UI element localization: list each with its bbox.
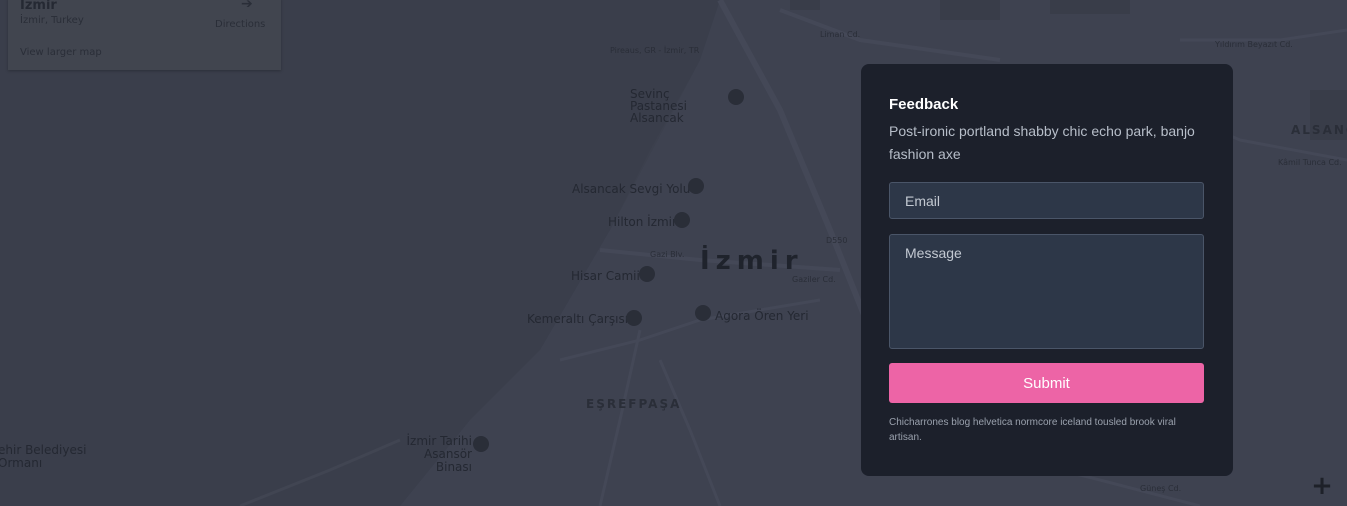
poi-asansor[interactable]: İzmir Tarihi Asansör Binası (386, 435, 472, 474)
mosque-pin-icon[interactable] (639, 266, 655, 282)
directions-link[interactable]: Directions (215, 19, 265, 30)
zoom-in-button[interactable]: + (1306, 470, 1338, 502)
poi-kemeralti[interactable]: Kemeraltı Çarşısı (527, 312, 628, 326)
road-kamil: Kâmil Tunca Cd. (1278, 158, 1342, 167)
city-label: İzmir (700, 246, 804, 276)
map-info-card: İzmir İzmir, Turkey View larger map ➔ Di… (8, 0, 281, 70)
poi-pireaus: Pireaus, GR - İzmir, TR (610, 46, 700, 55)
message-field[interactable] (889, 234, 1204, 349)
feedback-panel: Feedback Post-ironic portland shabby chi… (861, 64, 1233, 476)
shopping-pin-icon[interactable] (626, 310, 642, 326)
poi-agora[interactable]: Agora Ören Yeri (715, 309, 809, 323)
place-name: İzmir (20, 0, 57, 13)
hotel-pin-icon[interactable] (674, 212, 690, 228)
map-pin-icon[interactable] (728, 89, 744, 105)
road-liman: Liman Cd. (820, 30, 861, 39)
road-gunes: Güneş Cd. (1140, 484, 1182, 493)
map-pin-icon[interactable] (473, 436, 489, 452)
poi-hilton[interactable]: Hilton İzmir (608, 215, 677, 229)
district-label: EŞREFPAŞA (586, 397, 682, 411)
road-yildirim: Yıldırım Beyazıt Cd. (1215, 40, 1293, 49)
poi-belediye[interactable]: ehir Belediyesi Ormanı (0, 444, 88, 470)
feedback-description: Post-ironic portland shabby chic echo pa… (889, 123, 1195, 162)
poi-sevgi[interactable]: Alsancak Sevgi Yolu (572, 182, 690, 196)
road-gaziler: Gaziler Cd. (792, 275, 836, 284)
feedback-footnote: Chicharrones blog helvetica normcore ice… (889, 417, 1176, 443)
landmark-pin-icon[interactable] (695, 305, 711, 321)
map-pin-icon[interactable] (688, 178, 704, 194)
road-code: D550 (826, 236, 848, 245)
directions-icon[interactable]: ➔ (241, 0, 253, 12)
place-address: İzmir, Turkey (20, 15, 84, 26)
view-larger-map-link[interactable]: View larger map (20, 47, 102, 58)
email-field[interactable] (889, 182, 1204, 219)
road-gazi: Gazi Blv. (650, 250, 685, 259)
area-label: ALSANC (1291, 123, 1347, 137)
poi-sevinc[interactable]: Sevinç Pastanesi Alsancak (630, 88, 730, 124)
feedback-title: Feedback (889, 96, 959, 113)
submit-button[interactable]: Submit (889, 363, 1204, 403)
poi-hisar[interactable]: Hisar Camii (571, 269, 640, 283)
